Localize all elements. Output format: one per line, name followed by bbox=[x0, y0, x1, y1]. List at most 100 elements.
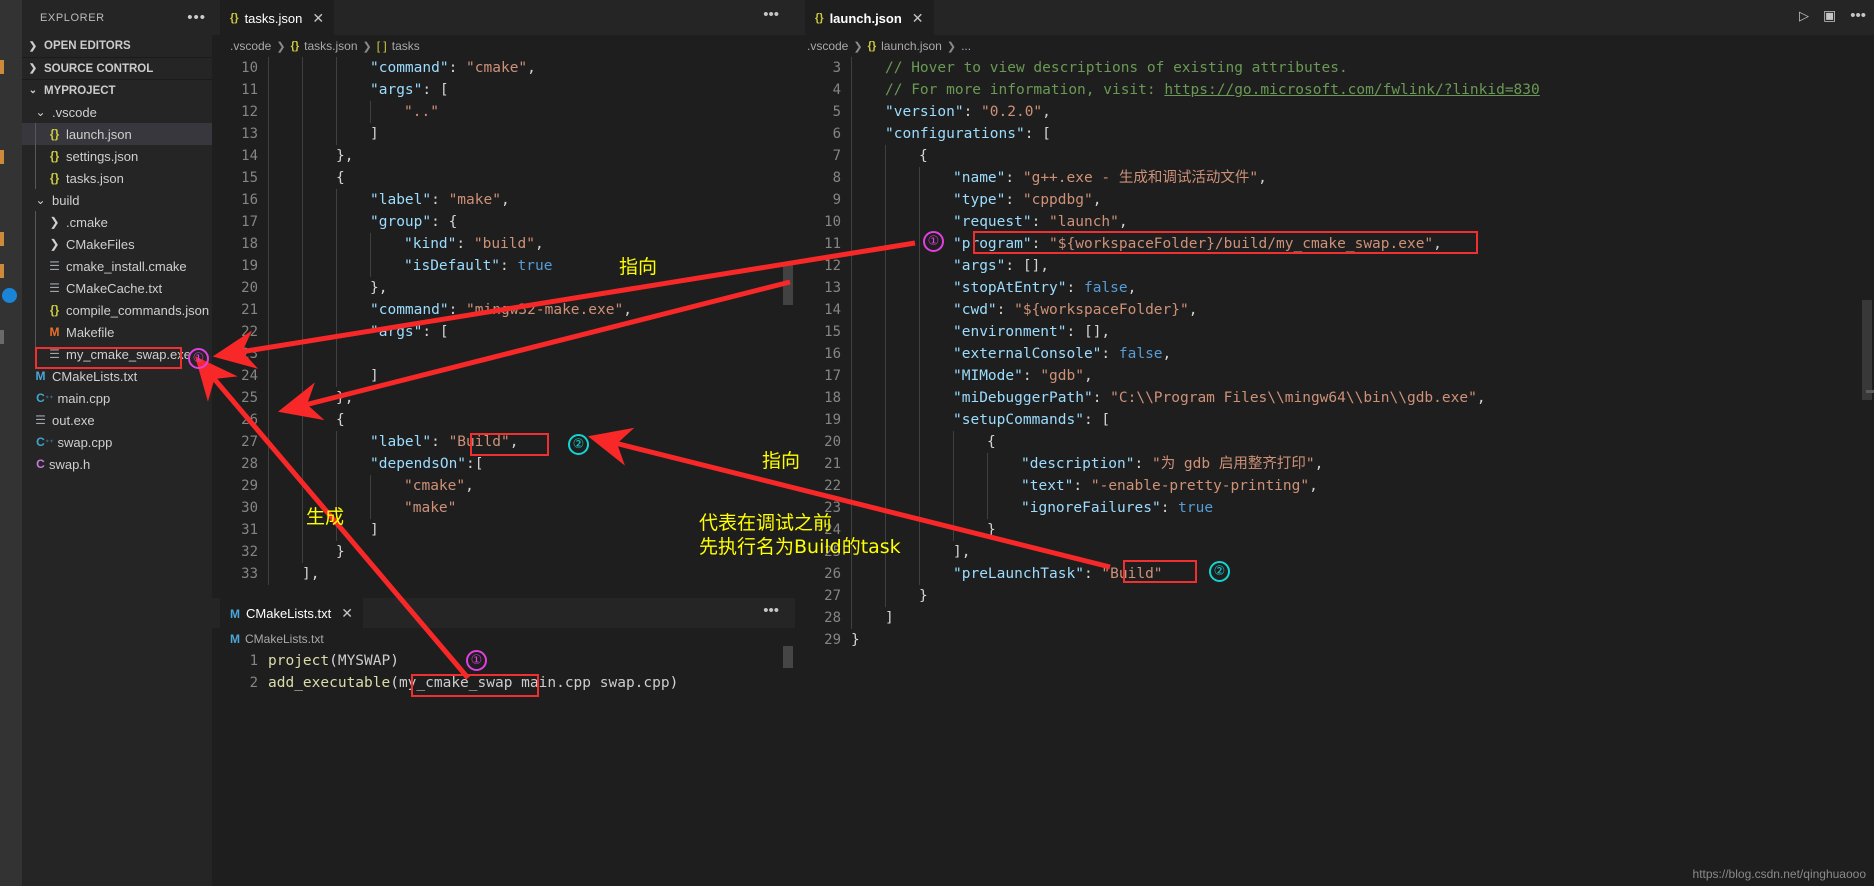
code-line[interactable]: 4 // For more information, visit: https:/… bbox=[795, 79, 1874, 101]
run-icon[interactable]: ▷ bbox=[1799, 8, 1809, 24]
close-icon[interactable]: ✕ bbox=[312, 10, 324, 27]
tree-item-out-exe[interactable]: ☰ out.exe bbox=[22, 409, 212, 431]
close-icon[interactable]: ✕ bbox=[912, 10, 924, 27]
code-line[interactable]: 1 project(MYSWAP) bbox=[212, 650, 795, 672]
tree-item-my-cmake-swap-exe[interactable]: ☰ my_cmake_swap.exe bbox=[22, 343, 212, 365]
code-line[interactable]: 29} bbox=[795, 629, 1874, 651]
code-line[interactable]: 28] bbox=[795, 607, 1874, 629]
tree-item--vscode[interactable]: ⌄ .vscode bbox=[22, 101, 212, 123]
code-line[interactable]: 16 "externalConsole": false, bbox=[795, 343, 1874, 365]
breadcrumb-item[interactable]: .vscode bbox=[807, 39, 848, 53]
code-line[interactable]: 28 "dependsOn":[ bbox=[212, 453, 795, 475]
breadcrumb-item[interactable]: ... bbox=[961, 39, 971, 53]
breadcrumb-item[interactable]: tasks.json bbox=[304, 39, 357, 53]
code-line[interactable]: 15 "environment": [], bbox=[795, 321, 1874, 343]
tab-tasks-json[interactable]: {} tasks.json ✕ bbox=[220, 0, 335, 35]
code-line[interactable]: 14}, bbox=[212, 145, 795, 167]
code-line[interactable]: 17 "group": { bbox=[212, 211, 795, 233]
breadcrumb-item[interactable]: launch.json bbox=[881, 39, 942, 53]
code-line[interactable]: 13] bbox=[212, 123, 795, 145]
tree-item-makefile[interactable]: M Makefile bbox=[22, 321, 212, 343]
tab-launch-json[interactable]: {} launch.json ✕ bbox=[805, 0, 934, 35]
code-line[interactable]: 21 "description": "为 gdb 启用整齐打印", bbox=[795, 453, 1874, 475]
editor-scrollbar-vertical[interactable] bbox=[783, 646, 793, 668]
tree-item-swap-cpp[interactable]: C ⁺⁺ swap.cpp bbox=[22, 431, 212, 453]
code-line[interactable]: 13 "stopAtEntry": false, bbox=[795, 277, 1874, 299]
split-editor-icon[interactable]: ▣ bbox=[1823, 7, 1836, 24]
code-line[interactable]: 7{ bbox=[795, 145, 1874, 167]
code-line[interactable]: 29 "cmake", bbox=[212, 475, 795, 497]
code-line[interactable]: 2 add_executable(my_cmake_swap main.cpp s… bbox=[212, 672, 795, 694]
code-line[interactable]: 21 "command": "mingw32-make.exe", bbox=[212, 299, 795, 321]
code-line[interactable]: 19 "isDefault": true bbox=[212, 255, 795, 277]
code-line[interactable]: 3 // Hover to view descriptions of existi… bbox=[795, 57, 1874, 79]
code-line[interactable]: 10 "command": "cmake", bbox=[212, 57, 795, 79]
tree-item-build[interactable]: ⌄ build bbox=[22, 189, 212, 211]
breadcrumb-item[interactable]: CMakeLists.txt bbox=[245, 632, 324, 646]
tree-item-cmake-install-cmake[interactable]: ☰ cmake_install.cmake bbox=[22, 255, 212, 277]
tree-item-compile-commands-json[interactable]: {} compile_commands.json bbox=[22, 299, 212, 321]
code-line[interactable]: 17 "MIMode": "gdb", bbox=[795, 365, 1874, 387]
breadcrumb-item[interactable]: tasks bbox=[392, 39, 420, 53]
tree-item-cmakefiles[interactable]: ❯ CMakeFiles bbox=[22, 233, 212, 255]
code-line[interactable]: 24] bbox=[212, 365, 795, 387]
code-line[interactable]: 8 "name": "g++.exe - 生成和调试活动文件", bbox=[795, 167, 1874, 189]
code-line[interactable]: 18 "kind": "build", bbox=[212, 233, 795, 255]
code-line[interactable]: 9 "type": "cppdbg", bbox=[795, 189, 1874, 211]
code-line[interactable]: 22 "args": [ bbox=[212, 321, 795, 343]
tree-item--cmake[interactable]: ❯ .cmake bbox=[22, 211, 212, 233]
editor-scrollbar-vertical[interactable] bbox=[783, 265, 793, 305]
tree-item-main-cpp[interactable]: C ⁺⁺ main.cpp bbox=[22, 387, 212, 409]
tree-item-cmakelists-txt[interactable]: M CMakeLists.txt bbox=[22, 365, 212, 387]
ellipsis-icon[interactable]: ••• bbox=[187, 10, 206, 25]
indent-guide bbox=[919, 233, 920, 255]
activity-bar[interactable] bbox=[0, 0, 22, 886]
code-line[interactable]: 16 "label": "make", bbox=[212, 189, 795, 211]
code-line[interactable]: 12 ".." bbox=[212, 101, 795, 123]
code-line[interactable]: 11 "program": "${workspaceFolder}/build/m… bbox=[795, 233, 1874, 255]
code-line[interactable]: 23 bbox=[212, 343, 795, 365]
code-line[interactable]: 26 { bbox=[212, 409, 795, 431]
code-line[interactable]: 20 { bbox=[795, 431, 1874, 453]
code-area-launch[interactable]: 3 // Hover to view descriptions of existi… bbox=[795, 57, 1874, 886]
code-line[interactable]: 23 "ignoreFailures": true bbox=[795, 497, 1874, 519]
code-line[interactable]: 11 "args": [ bbox=[212, 79, 795, 101]
code-line[interactable]: 6 "configurations": [ bbox=[795, 123, 1874, 145]
code-line[interactable]: 15 { bbox=[212, 167, 795, 189]
tree-item-tasks-json[interactable]: {} tasks.json bbox=[22, 167, 212, 189]
ellipsis-icon[interactable]: ••• bbox=[763, 7, 779, 22]
code-line[interactable]: 25}, bbox=[212, 387, 795, 409]
sidebar-section-myproject[interactable]: ⌄ MYPROJECT bbox=[22, 79, 212, 101]
tab-cmakelists-txt[interactable]: M CMakeLists.txt ✕ bbox=[220, 598, 363, 628]
line-number: 18 bbox=[241, 236, 258, 252]
code-line[interactable]: 25], bbox=[795, 541, 1874, 563]
ellipsis-icon[interactable]: ••• bbox=[1850, 8, 1866, 23]
tree-item-settings-json[interactable]: {} settings.json bbox=[22, 145, 212, 167]
code-line[interactable]: 26 "preLaunchTask": "Build" bbox=[795, 563, 1874, 585]
code-line[interactable]: 14 "cwd": "${workspaceFolder}", bbox=[795, 299, 1874, 321]
tree-item-cmakecache-txt[interactable]: ☰ CMakeCache.txt bbox=[22, 277, 212, 299]
code-line[interactable]: 27 "label": "Build", bbox=[212, 431, 795, 453]
code-line[interactable]: 18 "miDebuggerPath": "C:\\Program Files\\… bbox=[795, 387, 1874, 409]
tree-item-swap-h[interactable]: Cswap.h bbox=[22, 453, 212, 475]
code-line[interactable]: 19 "setupCommands": [ bbox=[795, 409, 1874, 431]
line-number: 12 bbox=[241, 104, 258, 120]
code-line[interactable]: 33], bbox=[212, 563, 795, 585]
minimap-slider[interactable] bbox=[1866, 390, 1874, 393]
code-line[interactable]: 24} bbox=[795, 519, 1874, 541]
sidebar-section-open-editors[interactable]: ❯ OPEN EDITORS bbox=[22, 35, 212, 57]
tree-item-launch-json[interactable]: {} launch.json bbox=[22, 123, 212, 145]
code-line[interactable]: 22 "text": "-enable-pretty-printing", bbox=[795, 475, 1874, 497]
ellipsis-icon[interactable]: ••• bbox=[763, 603, 779, 618]
code-line[interactable]: 27} bbox=[795, 585, 1874, 607]
breadcrumb-item[interactable]: .vscode bbox=[230, 39, 271, 53]
code-line[interactable]: 12 "args": [], bbox=[795, 255, 1874, 277]
code-line[interactable]: 5 "version": "0.2.0", bbox=[795, 101, 1874, 123]
code-line[interactable]: 20}, bbox=[212, 277, 795, 299]
sidebar-section-source-control[interactable]: ❯ SOURCE CONTROL bbox=[22, 57, 212, 79]
editor-scrollbar-vertical[interactable] bbox=[1862, 300, 1872, 400]
code-area-cmakelists[interactable]: 1 project(MYSWAP) 2 add_executable(my_cmake… bbox=[212, 650, 795, 886]
close-icon[interactable]: ✕ bbox=[341, 605, 353, 622]
code-text: "group": { bbox=[370, 211, 457, 233]
code-line[interactable]: 10 "request": "launch", bbox=[795, 211, 1874, 233]
